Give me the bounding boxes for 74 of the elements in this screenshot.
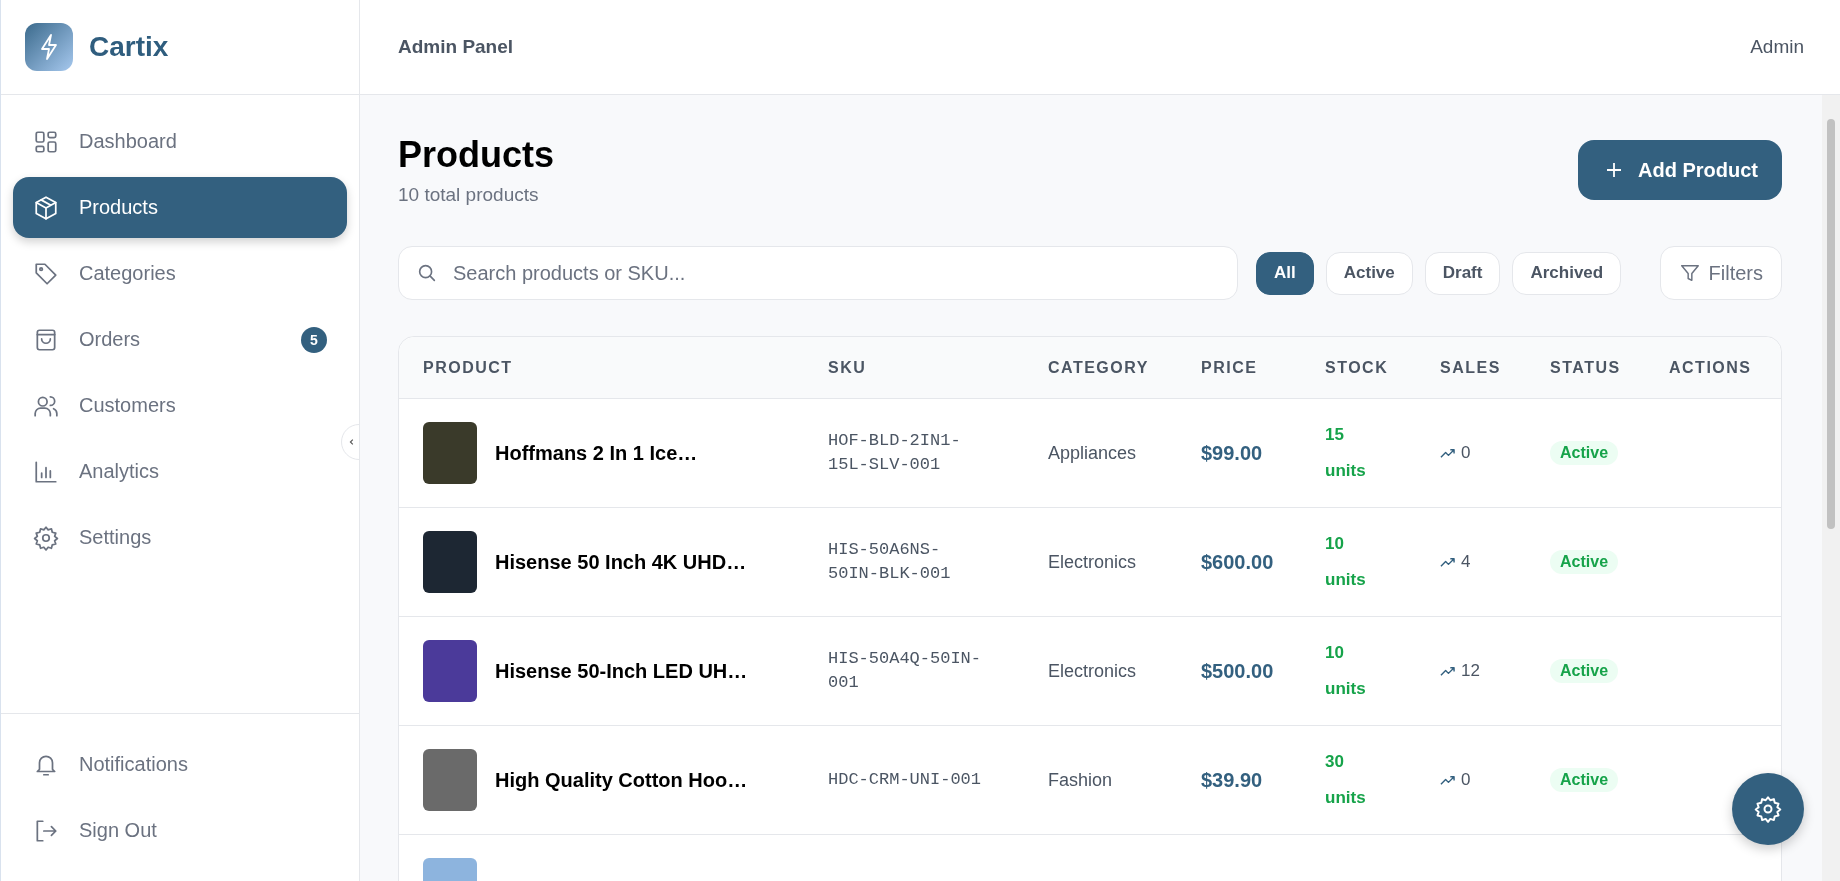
- photo-placeholder: [423, 531, 477, 594]
- status-filter-tab[interactable]: Archived: [1512, 251, 1622, 295]
- column-header: STOCK: [1324, 358, 1390, 377]
- product-name: High Quality Cotton Hoo…: [495, 768, 748, 792]
- category-text: Electronics: [1048, 660, 1137, 682]
- sales-count: 12: [1461, 661, 1480, 682]
- chevron-left-icon: [348, 438, 356, 446]
- settings-icon: [1754, 795, 1782, 823]
- price-text: $600.00: [1201, 550, 1274, 574]
- column-header: CATEGORY: [1047, 358, 1150, 377]
- price-text: $99.00: [1201, 441, 1263, 465]
- sku-text: HIS-50A4Q-50IN-001: [828, 647, 983, 695]
- sign-out-icon: [33, 817, 59, 844]
- status-badge: Active: [1550, 550, 1619, 575]
- sidebar-item[interactable]: Products: [13, 177, 347, 238]
- product-name: Hoffmans 2 In 1 Ice…: [495, 441, 698, 465]
- photo-placeholder: [423, 640, 477, 703]
- category-text: Fashion: [1048, 769, 1113, 791]
- sidebar-item[interactable]: Sign Out: [13, 800, 347, 861]
- category-text: Appliances: [1048, 442, 1137, 464]
- status-filter-tab[interactable]: Active: [1325, 251, 1413, 295]
- sales-count: 0: [1461, 770, 1471, 791]
- settings-icon: [33, 524, 59, 551]
- sidebar-item[interactable]: Settings: [13, 507, 347, 568]
- count-badge: 5: [301, 326, 327, 353]
- user-name: Admin: [1750, 36, 1804, 58]
- add-product-button[interactable]: Add Product: [1578, 140, 1782, 200]
- header-title: Admin Panel: [398, 36, 514, 58]
- plus-icon: [1604, 160, 1624, 180]
- sidebar-item[interactable]: Analytics: [13, 441, 347, 502]
- product-name: Hisense 50 Inch 4K UHD…: [495, 550, 747, 574]
- stock-text: 10 units: [1325, 533, 1367, 592]
- sidebar-item[interactable]: Categories: [13, 243, 347, 304]
- column-header: ACTIONS: [1668, 358, 1753, 377]
- sku-text: HIS-50A6NS-50IN-BLK-001: [828, 538, 952, 586]
- bag-icon: [33, 326, 59, 353]
- sales-count: 0: [1461, 443, 1471, 464]
- column-header: SKU: [827, 358, 868, 377]
- sidebar-item[interactable]: Notifications: [13, 734, 347, 795]
- brand-name: Cartix: [89, 31, 169, 63]
- price-text: $500.00: [1201, 659, 1274, 683]
- sku-text: HDC-CRM-UNI-001: [828, 768, 983, 791]
- category-text: Electronics: [1048, 551, 1137, 573]
- logo-icon: [25, 23, 73, 71]
- photo-placeholder: [423, 749, 477, 812]
- stock-text: 15 units: [1325, 424, 1367, 483]
- photo-placeholder: [423, 422, 477, 485]
- price-text: $39.90: [1201, 768, 1263, 792]
- status-filter-tab[interactable]: All: [1256, 251, 1314, 295]
- page-title: Products: [398, 133, 555, 177]
- grid-icon: [33, 128, 59, 155]
- product-count: 10 total products: [398, 184, 540, 207]
- search-field[interactable]: Search products or SKU...: [398, 246, 1238, 301]
- column-header: SALES: [1439, 358, 1502, 377]
- sidebar-item[interactable]: Customers: [13, 375, 347, 436]
- tag-icon: [33, 260, 59, 287]
- column-header: PRICE: [1200, 358, 1259, 377]
- status-badge: Active: [1550, 659, 1619, 684]
- cube-icon: [33, 194, 59, 221]
- sales-count: 4: [1461, 552, 1471, 573]
- sidebar-item[interactable]: Dashboard: [13, 111, 347, 172]
- status-filter-tab[interactable]: Draft: [1424, 251, 1501, 295]
- status-badge: Active: [1550, 441, 1619, 466]
- status-badge: Active: [1550, 768, 1619, 793]
- sku-text: HOF-BLD-2IN1-15L-SLV-001: [828, 429, 962, 477]
- sidebar-item[interactable]: Orders 5: [13, 309, 347, 370]
- product-name: Hisense 50-Inch LED UH…: [495, 659, 748, 683]
- column-header: PRODUCT: [422, 358, 514, 377]
- scrollbar[interactable]: [1822, 95, 1840, 881]
- stock-text: 10 units: [1325, 642, 1367, 701]
- bar-chart-icon: [33, 458, 59, 485]
- filters-button[interactable]: Filters: [1659, 246, 1782, 301]
- column-header: STATUS: [1549, 358, 1622, 377]
- stock-text: 30 units: [1325, 751, 1367, 810]
